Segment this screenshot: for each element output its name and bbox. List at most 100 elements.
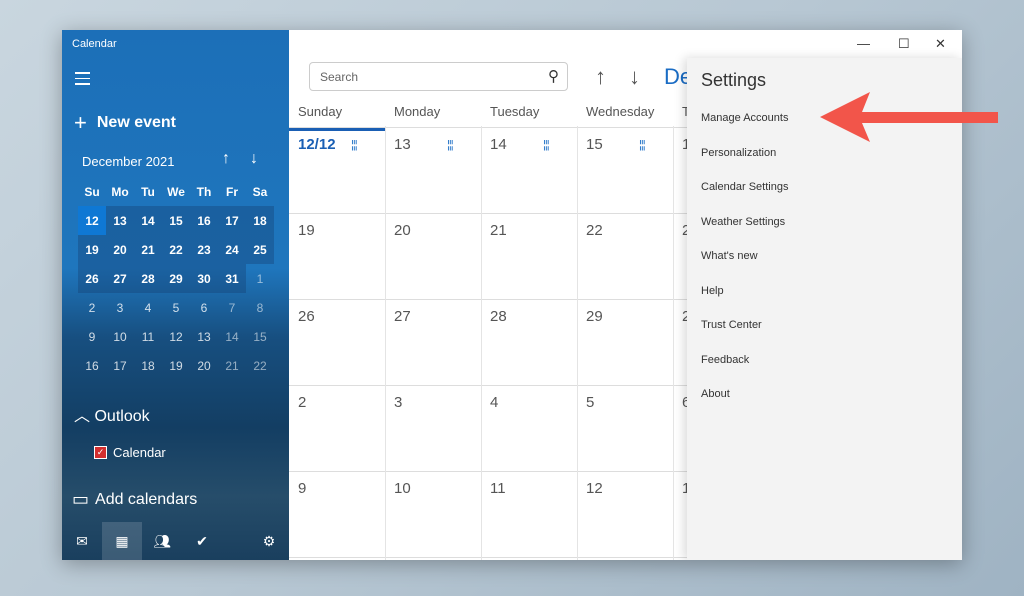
next-arrow-icon[interactable]: ↓ [629, 64, 640, 90]
day-cell[interactable]: 26 [298, 308, 315, 325]
settings-item[interactable]: Personalization [701, 147, 776, 159]
new-event-button[interactable]: + New event [74, 110, 176, 136]
people-icon[interactable]: 👥︎ [142, 522, 182, 560]
mini-day[interactable]: 1 [246, 264, 274, 293]
day-cell[interactable]: 15 [586, 136, 603, 153]
outlook-account-toggle[interactable]: ︿ Outlook [74, 402, 150, 426]
close-button[interactable]: ✕ [935, 36, 946, 52]
settings-item[interactable]: About [701, 388, 730, 400]
search-icon[interactable]: ⚲ [548, 67, 559, 85]
mini-day[interactable]: 23 [190, 235, 218, 264]
mini-day[interactable]: 26 [78, 264, 106, 293]
day-cell[interactable]: 27 [394, 308, 411, 325]
app-title: Calendar [72, 38, 117, 50]
minimize-button[interactable]: — [857, 36, 870, 51]
mini-day[interactable]: 10 [106, 322, 134, 351]
mini-day[interactable]: 11 [134, 322, 162, 351]
mini-day[interactable]: 18 [246, 206, 274, 235]
settings-item[interactable]: Weather Settings [701, 216, 785, 228]
mini-day[interactable]: 13 [190, 322, 218, 351]
calendar-icon[interactable]: ▦ [102, 522, 142, 560]
settings-item[interactable]: Manage Accounts [701, 112, 788, 124]
mini-day[interactable]: 12 [162, 322, 190, 351]
search-input[interactable]: Search ⚲ [309, 62, 568, 91]
settings-gear-icon[interactable]: ⚙ [249, 522, 289, 560]
day-cell[interactable]: 9 [298, 480, 306, 497]
mini-day[interactable]: 21 [134, 235, 162, 264]
mini-day[interactable]: 19 [78, 235, 106, 264]
prev-month-arrow-icon[interactable]: ↑ [222, 150, 230, 168]
day-cell[interactable]: 2 [298, 394, 306, 411]
day-header: Tuesday [490, 104, 540, 119]
grid-line [481, 126, 482, 560]
day-cell[interactable]: 28 [490, 308, 507, 325]
day-cell[interactable]: 13 [394, 136, 411, 153]
previous-arrow-icon[interactable]: ↑ [595, 64, 606, 90]
day-cell[interactable]: 22 [586, 222, 603, 239]
mini-calendar: Su Mo Tu We Th Fr Sa 12 13 14 15 16 17 18 19 20 21 22 23 2… [78, 177, 274, 380]
mini-day[interactable]: 17 [106, 351, 134, 380]
mini-day[interactable]: 2 [78, 293, 106, 322]
mini-day[interactable]: 20 [190, 351, 218, 380]
mini-day[interactable]: 14 [134, 206, 162, 235]
day-cell[interactable]: 19 [298, 222, 315, 239]
mini-day[interactable]: 17 [218, 206, 246, 235]
grid-line [385, 126, 386, 560]
mini-day[interactable]: 13 [106, 206, 134, 235]
settings-item[interactable]: Calendar Settings [701, 181, 788, 193]
mini-day[interactable]: 30 [190, 264, 218, 293]
mini-day[interactable]: 24 [218, 235, 246, 264]
weather-rain-icon: ¦¦¦ [543, 139, 550, 151]
day-cell[interactable]: 21 [490, 222, 507, 239]
mini-day[interactable]: 20 [106, 235, 134, 264]
mini-day[interactable]: 5 [162, 293, 190, 322]
mini-week-row: 19 20 21 22 23 24 25 [78, 235, 274, 264]
settings-item[interactable]: Feedback [701, 354, 749, 366]
mini-day[interactable]: 22 [162, 235, 190, 264]
mini-day[interactable]: 16 [78, 351, 106, 380]
day-cell[interactable]: 29 [586, 308, 603, 325]
mini-day[interactable]: 31 [218, 264, 246, 293]
mini-day[interactable]: 3 [106, 293, 134, 322]
mini-month-label[interactable]: December 2021 [82, 154, 175, 169]
day-cell[interactable]: 4 [490, 394, 498, 411]
day-cell[interactable]: 5 [586, 394, 594, 411]
mini-day[interactable]: 28 [134, 264, 162, 293]
mini-day[interactable]: 6 [190, 293, 218, 322]
hamburger-menu-icon[interactable] [75, 72, 90, 89]
add-calendars-button[interactable]: ▭ Add calendars [72, 489, 197, 510]
next-month-arrow-icon[interactable]: ↓ [250, 150, 258, 168]
day-cell[interactable]: 3 [394, 394, 402, 411]
mini-day[interactable]: 27 [106, 264, 134, 293]
mini-day[interactable]: 12 [78, 206, 106, 235]
day-cell[interactable]: 14 [490, 136, 507, 153]
day-cell[interactable]: 12 [586, 480, 603, 497]
todo-icon[interactable]: ✔ [182, 522, 222, 560]
mini-day[interactable]: 21 [218, 351, 246, 380]
day-header: Wednesday [586, 104, 655, 119]
settings-item[interactable]: Help [701, 285, 724, 297]
mail-icon[interactable]: ✉ [62, 522, 102, 560]
mini-day[interactable]: 15 [246, 322, 274, 351]
mini-day[interactable]: 29 [162, 264, 190, 293]
mini-day[interactable]: 18 [134, 351, 162, 380]
day-cell[interactable]: 20 [394, 222, 411, 239]
settings-item[interactable]: Trust Center [701, 319, 762, 331]
settings-item[interactable]: What's new [701, 250, 758, 262]
day-cell[interactable]: 11 [490, 480, 506, 497]
mini-day[interactable]: 8 [246, 293, 274, 322]
mini-day[interactable]: 7 [218, 293, 246, 322]
mini-day[interactable]: 19 [162, 351, 190, 380]
day-cell[interactable]: 10 [394, 480, 411, 497]
mini-day[interactable]: 4 [134, 293, 162, 322]
mini-day[interactable]: 9 [78, 322, 106, 351]
calendar-checkbox-item[interactable]: ✓ Calendar [94, 445, 166, 460]
checkbox-checked-icon[interactable]: ✓ [94, 446, 107, 459]
mini-day[interactable]: 15 [162, 206, 190, 235]
day-cell[interactable]: 12/12 [298, 136, 336, 153]
mini-day[interactable]: 25 [246, 235, 274, 264]
mini-day[interactable]: 16 [190, 206, 218, 235]
maximize-button[interactable]: ☐ [898, 36, 910, 52]
mini-day[interactable]: 22 [246, 351, 274, 380]
mini-day[interactable]: 14 [218, 322, 246, 351]
